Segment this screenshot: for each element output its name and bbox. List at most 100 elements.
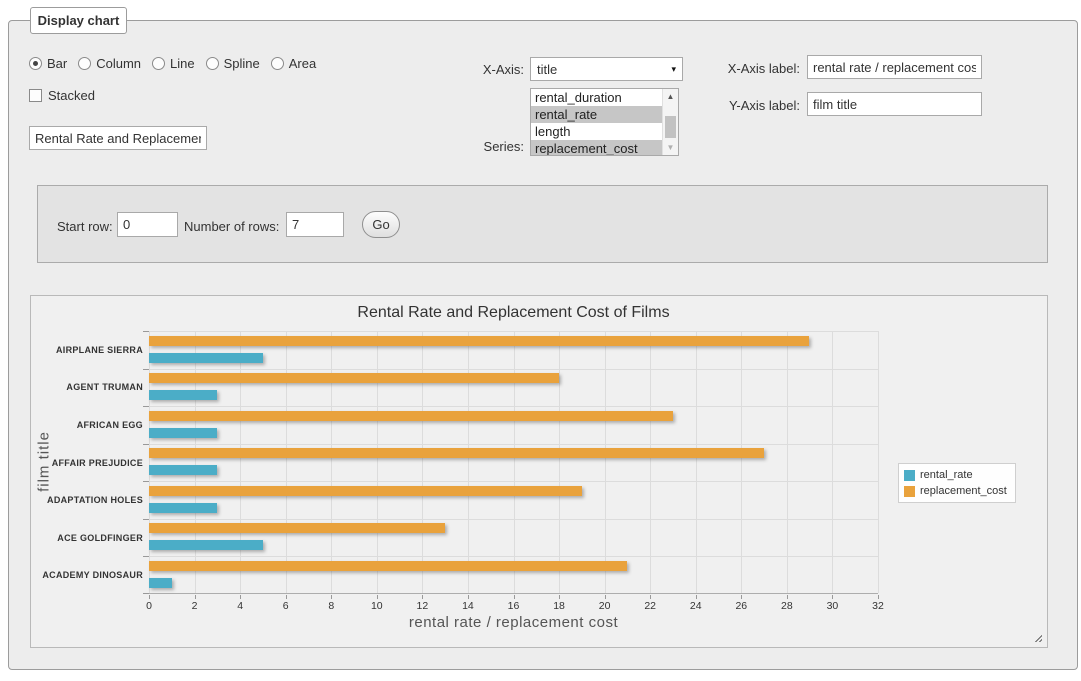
series-scrollbar[interactable]: ▲ ▼ [662,89,678,155]
radio-icon[interactable] [29,57,42,70]
radio-icon[interactable] [78,57,91,70]
series-option-replacement_cost[interactable]: replacement_cost [531,140,662,156]
gridline-vertical [240,331,241,593]
gridline-vertical [741,331,742,593]
bar-replacement_cost-affair-prejudice [149,448,764,458]
x-axis-label-input[interactable] [807,55,982,79]
go-button[interactable]: Go [362,211,400,238]
y-axis-tick [143,556,149,557]
chevron-down-icon: ▾ [671,64,676,75]
chart-type-spline[interactable]: Spline [206,56,260,71]
chart-type-group: Bar Column Line Spline Area [29,56,316,71]
bar-rental_rate-adaptation-holes [149,503,217,513]
stacked-option[interactable]: Stacked [29,88,95,103]
x-tick-label: 32 [872,600,884,612]
x-axis-label-label: X-Axis label: [718,61,800,76]
series-option-rental_duration[interactable]: rental_duration [531,89,662,106]
number-of-rows-input[interactable] [286,212,344,237]
legend-label: rental_rate [920,469,973,481]
scroll-down-icon[interactable]: ▼ [663,141,678,154]
x-axis-tick [559,595,560,599]
x-axis-tick [832,595,833,599]
bar-replacement_cost-airplane-sierra [149,336,809,346]
y-axis-label-input[interactable] [807,92,982,116]
resize-grip-icon[interactable] [1032,632,1042,642]
scroll-up-icon[interactable]: ▲ [663,90,678,103]
gridline-horizontal [149,481,878,482]
radio-icon[interactable] [206,57,219,70]
legend-item-rental_rate[interactable]: rental_rate [904,469,1007,481]
chart-title: Rental Rate and Replacement Cost of Film… [149,304,878,322]
series-select-label: Series: [466,139,524,154]
x-tick-label: 12 [417,600,429,612]
x-axis-tick [787,595,788,599]
x-axis-tick [696,595,697,599]
chart-type-label: Line [170,56,195,71]
category-label: AIRPLANE SIERRA [31,345,143,355]
x-axis-tick [878,595,879,599]
gridline-vertical [878,331,879,593]
gridline-horizontal [149,406,878,407]
bar-rental_rate-african-egg [149,428,217,438]
x-axis-select-label: X-Axis: [466,62,524,77]
x-axis-tick [195,595,196,599]
start-row-input[interactable] [117,212,178,237]
x-tick-label: 30 [827,600,839,612]
start-row-label: Start row: [57,219,113,234]
x-tick-label: 8 [328,600,334,612]
gridline-vertical [832,331,833,593]
bar-replacement_cost-adaptation-holes [149,486,582,496]
series-option-rental_rate[interactable]: rental_rate [531,106,662,123]
x-axis-tick [331,595,332,599]
x-axis-select[interactable]: title ▾ [530,57,683,81]
chart-type-label: Bar [47,56,67,71]
chart-type-column[interactable]: Column [78,56,141,71]
scroll-thumb[interactable] [665,116,676,138]
radio-icon[interactable] [271,57,284,70]
stacked-label: Stacked [48,88,95,103]
x-tick-label: 20 [599,600,611,612]
bar-replacement_cost-academy-dinosaur [149,561,627,571]
chart-type-line[interactable]: Line [152,56,195,71]
chart-type-bar[interactable]: Bar [29,56,67,71]
x-axis-selected-value: title [537,62,557,77]
chart-legend: rental_rate replacement_cost [898,463,1016,503]
x-tick-label: 10 [371,600,383,612]
stacked-checkbox[interactable] [29,89,42,102]
chart-type-label: Column [96,56,141,71]
x-axis-tick [377,595,378,599]
chart-title-input[interactable] [29,126,207,150]
legend-item-replacement_cost[interactable]: replacement_cost [904,485,1007,497]
bar-rental_rate-academy-dinosaur [149,578,172,588]
x-tick-label: 6 [283,600,289,612]
chart-type-area[interactable]: Area [271,56,316,71]
gridline-vertical [787,331,788,593]
x-tick-label: 16 [508,600,520,612]
bar-rental_rate-airplane-sierra [149,353,263,363]
bar-rental_rate-agent-truman [149,390,217,400]
gridline-vertical [286,331,287,593]
category-label: ACADEMY DINOSAUR [31,570,143,580]
series-option-length[interactable]: length [531,123,662,140]
gridline-vertical [605,331,606,593]
chart-type-label: Area [289,56,316,71]
x-tick-label: 4 [237,600,243,612]
gridline-vertical [696,331,697,593]
x-axis-tick [422,595,423,599]
gridline-horizontal [149,331,878,332]
y-axis-tick [143,593,149,594]
bar-replacement_cost-agent-truman [149,373,559,383]
y-axis-tick [143,481,149,482]
y-axis-tick [143,444,149,445]
series-listbox[interactable]: rental_durationrental_ratelengthreplacem… [530,88,679,156]
x-tick-label: 24 [690,600,702,612]
gridline-vertical [149,331,150,593]
y-axis-tick [143,369,149,370]
radio-icon[interactable] [152,57,165,70]
legend-swatch-icon [904,486,915,497]
series-listbox-options: rental_durationrental_ratelengthreplacem… [531,89,662,155]
gridline-vertical [650,331,651,593]
gridline-vertical [377,331,378,593]
category-label: AGENT TRUMAN [31,382,143,392]
bar-rental_rate-affair-prejudice [149,465,217,475]
